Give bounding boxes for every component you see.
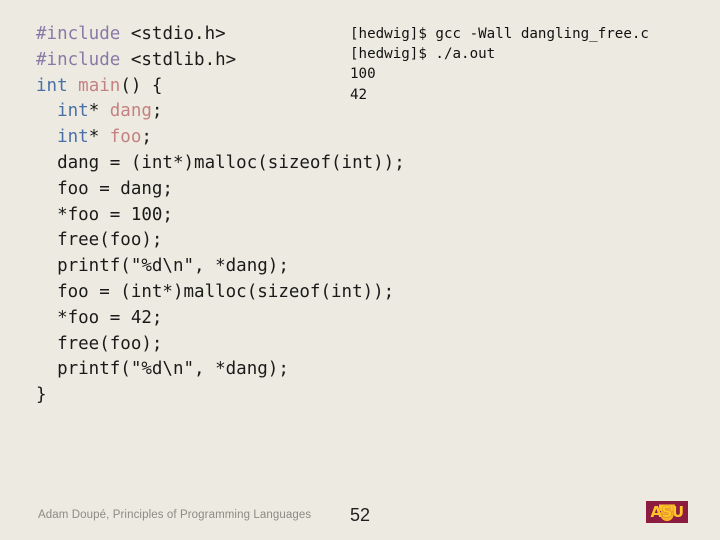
- code-token: free(foo);: [36, 230, 163, 251]
- code-line: dang = (int*)malloc(sizeof(int));: [36, 151, 405, 177]
- code-line: *foo = 42;: [36, 306, 405, 332]
- code-token: *foo = 100;: [36, 204, 173, 225]
- code-token: int: [57, 127, 89, 148]
- code-line: *foo = 100;: [36, 203, 405, 229]
- code-token: ;: [151, 101, 163, 122]
- code-line: free(foo);: [36, 228, 405, 254]
- code-line: printf("%d\n", *dang);: [36, 254, 405, 280]
- code-token: foo = dang;: [36, 178, 173, 199]
- page-number: 52: [349, 505, 371, 525]
- code-token: main: [78, 75, 121, 96]
- code-token: free(foo);: [36, 333, 163, 354]
- code-token: *: [88, 127, 110, 148]
- code-line: }: [36, 383, 405, 409]
- asu-logo: ASU: [646, 501, 688, 523]
- code-token: <stdlib.h>: [120, 49, 237, 70]
- code-token: dang = (int*)malloc(sizeof(int));: [36, 152, 405, 173]
- code-line: int* foo;: [36, 125, 405, 151]
- code-token: foo = (int*)malloc(sizeof(int));: [36, 281, 395, 302]
- terminal-line: [hedwig]$ ./a.out: [350, 46, 496, 63]
- code-line: foo = dang;: [36, 177, 405, 203]
- code-token: #include: [36, 24, 121, 44]
- code-token: int: [57, 101, 89, 122]
- code-line: foo = (int*)malloc(sizeof(int));: [36, 280, 405, 306]
- code-token: () {: [120, 75, 163, 96]
- code-line: printf("%d\n", *dang);: [36, 357, 405, 383]
- code-token: <stdio.h>: [120, 24, 226, 44]
- code-token: ;: [141, 127, 152, 148]
- terminal-line: [hedwig]$ gcc -Wall dangling_free.c: [350, 26, 649, 42]
- code-token: printf("%d\n", *dang);: [36, 256, 289, 277]
- code-token: #include: [36, 49, 121, 70]
- code-token: }: [36, 385, 47, 406]
- code-token: printf("%d\n", *dang);: [36, 359, 289, 380]
- terminal-line: 42: [350, 86, 368, 103]
- code-line: free(foo);: [36, 332, 405, 358]
- code-token: foo: [109, 127, 142, 148]
- terminal-line: 100: [350, 66, 376, 83]
- slide-canvas: #include <stdio.h> #include <stdlib.h> int…: [0, 0, 720, 540]
- code-token: int: [36, 75, 68, 96]
- terminal-output: [hedwig]$ gcc -Wall dangling_free.c [hedw…: [350, 24, 649, 105]
- code-token: dang: [109, 101, 152, 122]
- code-token: *foo = 42;: [36, 307, 163, 328]
- asu-logo-text: ASU: [650, 503, 684, 521]
- code-token: *: [88, 101, 110, 122]
